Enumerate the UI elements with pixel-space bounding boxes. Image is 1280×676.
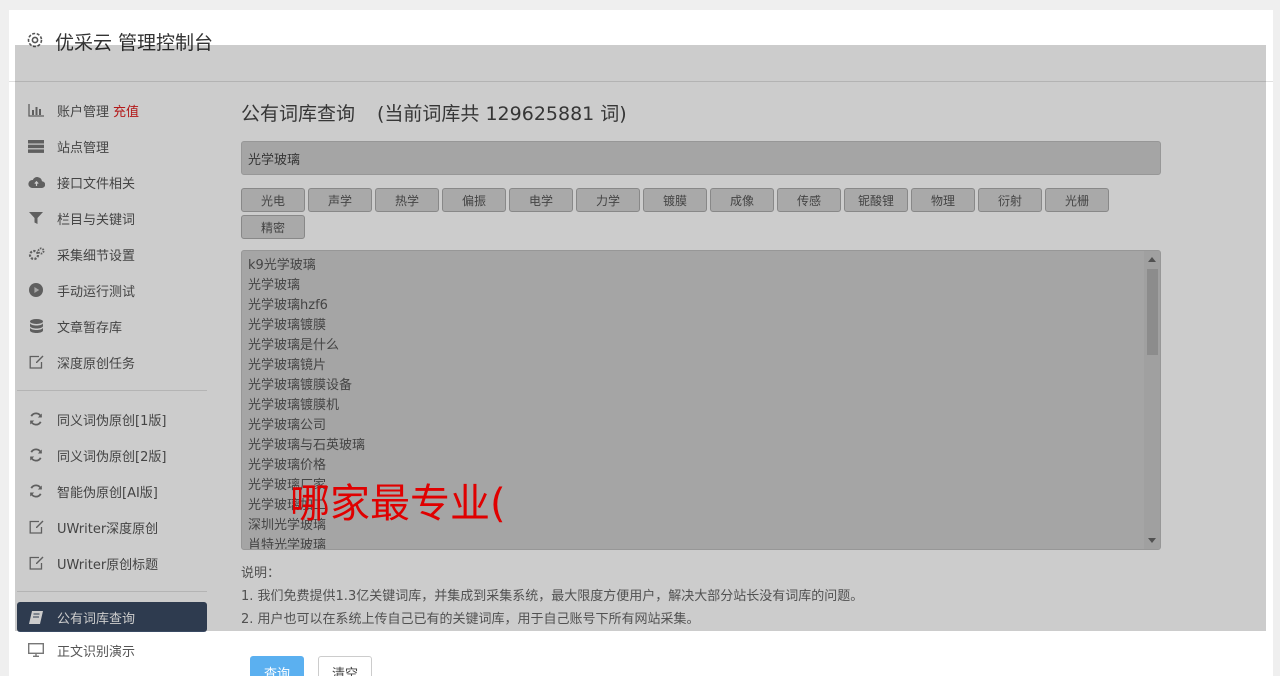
category-tags: 光电 声学 热学 偏振 电学 力学 镀膜 成像 传感 铌酸锂 物理 衍射 光栅精密 xyxy=(241,188,1121,242)
tag-button[interactable]: 成像 xyxy=(710,188,774,212)
sidebar-item-label: UWriter深度原创 xyxy=(57,521,159,537)
sidebar-item-content-recognition[interactable]: 正文识别演示 xyxy=(17,632,207,668)
refresh-icon xyxy=(27,448,45,462)
list-item[interactable]: 光学玻璃镀膜 xyxy=(248,316,1154,336)
list-item[interactable]: 光学玻璃与石英玻璃 xyxy=(248,436,1154,456)
sidebar-item-label: 正文识别演示 xyxy=(57,644,136,660)
sidebar-item-sites[interactable]: 站点管理 xyxy=(17,128,207,164)
sidebar-item-public-lexicon[interactable]: 公有词库查询 xyxy=(17,602,207,632)
sidebar-item-collect-settings[interactable]: 采集细节设置 xyxy=(17,236,207,272)
lexicon-count: (当前词库共 129625881 词) xyxy=(377,103,627,125)
edit-icon xyxy=(27,520,45,534)
sidebar-item-columns-keywords[interactable]: 栏目与关键词 xyxy=(17,200,207,236)
overlay-caption: 哪家最专业( xyxy=(290,481,506,527)
note-line: 1. 我们免费提供1.3亿关键词库，并集成到采集系统，最大限度方便用户，解决大部… xyxy=(241,589,864,604)
main-content: 公有词库查询 (当前词库共 129625881 词) 光电声学热学偏振电学力学镀膜… xyxy=(241,92,1161,631)
edit-icon xyxy=(27,556,45,570)
sidebar-item-uwriter-deep[interactable]: UWriter深度原创 xyxy=(17,509,207,545)
tag-button[interactable]: 电学 xyxy=(509,188,573,212)
sidebar-item-label: 公有词库查询 xyxy=(57,611,136,627)
filter-icon xyxy=(27,211,45,225)
keyword-search-input[interactable] xyxy=(241,141,1161,175)
sidebar-item-label: 手动运行测试 xyxy=(57,284,136,300)
sidebar-item-label: 同义词伪原创[2版] xyxy=(57,449,167,465)
sidebar-divider xyxy=(17,591,207,592)
header: 优采云 管理控制台 xyxy=(9,10,1273,82)
list-item[interactable]: 光学玻璃镀膜设备 xyxy=(248,376,1154,396)
list-item[interactable]: k9光学玻璃 xyxy=(248,256,1154,276)
sidebar-item-label: 接口文件相关 xyxy=(57,176,136,192)
tag-button[interactable]: 衍射 xyxy=(978,188,1042,212)
sidebar-item-label: 同义词伪原创[1版] xyxy=(57,413,167,429)
sidebar-item-ai-rewrite[interactable]: 智能伪原创[AI版] xyxy=(17,473,207,509)
sidebar-item-deep-original[interactable]: 深度原创任务 xyxy=(17,344,207,380)
sidebar-divider xyxy=(17,390,207,391)
tag-button[interactable]: 物理 xyxy=(911,188,975,212)
scrollbar-thumb[interactable] xyxy=(1147,269,1158,355)
sidebar-item-label: 采集细节设置 xyxy=(57,248,136,264)
note-line: 2. 用户也可以在系统上传自己已有的关键词库，用于自己账号下所有网站采集。 xyxy=(241,612,700,627)
sidebar-item-label: UWriter原创标题 xyxy=(57,557,159,573)
edit-icon xyxy=(27,355,45,369)
bar-chart-icon xyxy=(27,103,45,117)
tag-button[interactable]: 光电 xyxy=(241,188,305,212)
sidebar-item-synonym-v1[interactable]: 同义词伪原创[1版] xyxy=(17,401,207,437)
sidebar-item-label: 文章暂存库 xyxy=(57,320,123,336)
tag-button[interactable]: 传感 xyxy=(777,188,841,212)
cloud-upload-icon xyxy=(27,175,45,189)
tag-button[interactable]: 铌酸锂 xyxy=(844,188,908,212)
page-title-text: 公有词库查询 xyxy=(241,103,356,125)
tag-button[interactable]: 热学 xyxy=(375,188,439,212)
database-icon xyxy=(27,319,45,333)
cogs-icon xyxy=(27,247,45,261)
sidebar-item-account[interactable]: 账户管理 充值 xyxy=(17,92,207,128)
sidebar: 账户管理 充值 站点管理 接口文件相关 栏目与关键词 采集细节设置 手动运行测试 xyxy=(17,92,207,668)
list-item[interactable]: 光学玻璃hzf6 xyxy=(248,296,1154,316)
scroll-down-arrow-icon[interactable] xyxy=(1148,538,1156,543)
sidebar-item-label: 深度原创任务 xyxy=(57,356,136,372)
clear-button[interactable]: 清空 xyxy=(318,656,372,676)
tag-button[interactable]: 声学 xyxy=(308,188,372,212)
list-item[interactable]: 肖特光学玻璃 xyxy=(248,536,1154,549)
notes-title: 说明： xyxy=(241,566,281,581)
list-item[interactable]: 光学玻璃镀膜机 xyxy=(248,396,1154,416)
scroll-up-arrow-icon[interactable] xyxy=(1148,257,1156,262)
server-icon xyxy=(27,139,45,153)
tag-button[interactable]: 光栅 xyxy=(1045,188,1109,212)
sidebar-item-label: 站点管理 xyxy=(57,140,110,156)
sidebar-item-manual-run[interactable]: 手动运行测试 xyxy=(17,272,207,308)
refresh-icon xyxy=(27,484,45,498)
action-buttons: 查询 清空 xyxy=(250,656,372,676)
play-circle-icon xyxy=(27,283,45,297)
sidebar-item-label: 智能伪原创[AI版] xyxy=(57,485,158,501)
sidebar-item-uwriter-title[interactable]: UWriter原创标题 xyxy=(17,545,207,581)
refresh-icon xyxy=(27,412,45,426)
sidebar-item-article-storage[interactable]: 文章暂存库 xyxy=(17,308,207,344)
book-icon xyxy=(27,610,45,624)
tag-button[interactable]: 力学 xyxy=(576,188,640,212)
monitor-icon xyxy=(27,643,45,657)
tag-button[interactable]: 偏振 xyxy=(442,188,506,212)
sidebar-item-label: 栏目与关键词 xyxy=(57,212,136,228)
list-item[interactable]: 光学玻璃镜片 xyxy=(248,356,1154,376)
notes: 说明： 1. 我们免费提供1.3亿关键词库，并集成到采集系统，最大限度方便用户，… xyxy=(241,562,1161,631)
tag-button[interactable]: 镀膜 xyxy=(643,188,707,212)
list-item[interactable]: 光学玻璃 xyxy=(248,276,1154,296)
query-button[interactable]: 查询 xyxy=(250,656,304,676)
sidebar-item-interface-files[interactable]: 接口文件相关 xyxy=(17,164,207,200)
gear-icon xyxy=(27,32,43,48)
list-item[interactable]: 光学玻璃价格 xyxy=(248,456,1154,476)
app-title: 优采云 管理控制台 xyxy=(55,32,214,54)
results-scrollbar[interactable] xyxy=(1144,251,1160,549)
tag-button[interactable]: 精密 xyxy=(241,215,305,239)
recharge-link[interactable]: 充值 xyxy=(113,101,139,120)
list-item[interactable]: 光学玻璃公司 xyxy=(248,416,1154,436)
sidebar-item-label: 账户管理 xyxy=(57,104,110,120)
page-title: 公有词库查询 (当前词库共 129625881 词) xyxy=(241,92,1161,140)
sidebar-item-synonym-v2[interactable]: 同义词伪原创[2版] xyxy=(17,437,207,473)
list-item[interactable]: 光学玻璃是什么 xyxy=(248,336,1154,356)
